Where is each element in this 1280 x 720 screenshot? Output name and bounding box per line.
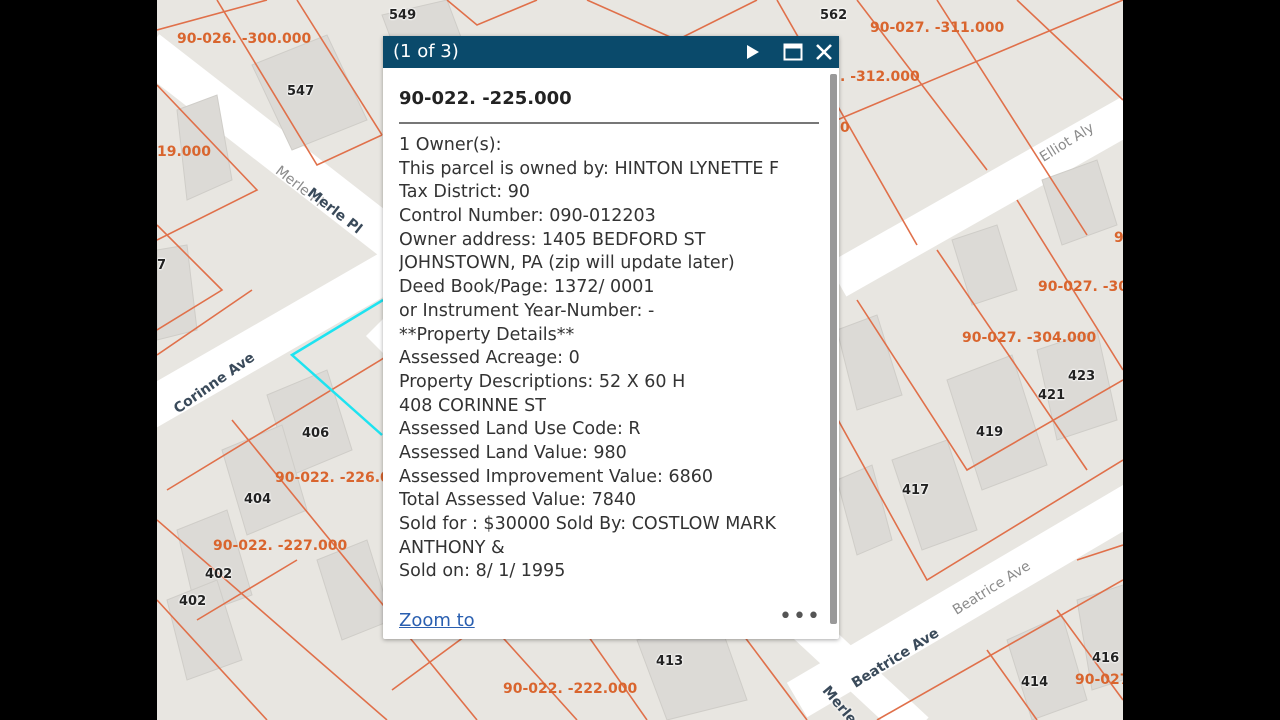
building <box>1006 614 1088 720</box>
popup-footer: Zoom to ••• <box>383 602 839 639</box>
house-number: 421 <box>1038 388 1066 403</box>
house-number: 406 <box>302 426 330 441</box>
next-feature-button[interactable] <box>739 39 765 65</box>
attribute-line: Property Descriptions: 52 X 60 H <box>399 371 686 392</box>
house-number: 413 <box>656 654 684 669</box>
popup-scrollbar[interactable] <box>830 74 837 624</box>
parcel-id-label: 0 <box>840 120 850 136</box>
attribute-line: 1 Owner(s): <box>399 135 502 155</box>
attribute-line: Assessed Land Use Code: R <box>399 419 641 440</box>
building <box>316 539 393 641</box>
attribute-line: Deed Book/Page: 1372/ 0001 <box>399 277 655 298</box>
popup-header: (1 of 3) <box>383 36 839 68</box>
parcel-line <box>586 0 758 41</box>
more-actions-button[interactable]: ••• <box>779 604 821 629</box>
house-number: 402 <box>205 567 233 582</box>
maximize-button[interactable] <box>780 39 806 65</box>
popup-pointer <box>366 319 383 353</box>
attribute-line: Sold on: 8/ 1/ 1995 <box>399 561 566 582</box>
parcel-id-label: 19.000 <box>157 144 212 160</box>
parcel-id-label: 90-027. -311.000 <box>870 20 1005 36</box>
attribute-line: Total Assessed Value: 7840 <box>399 490 637 511</box>
house-number: 402 <box>179 594 207 609</box>
parcel-id-label: 90-027 <box>1075 672 1123 688</box>
attribute-line: Assessed Land Value: 980 <box>399 442 627 463</box>
attribute-line: ANTHONY & <box>399 537 505 558</box>
close-x-icon <box>816 44 832 60</box>
attribute-line: 408 CORINNE ST <box>399 395 546 416</box>
parcel-id-label: 90-026. -300.000 <box>177 31 312 47</box>
house-number: 404 <box>244 492 272 507</box>
attribute-line: Tax District: 90 <box>399 182 531 203</box>
parcel-line <box>157 0 268 31</box>
house-number: 417 <box>902 483 930 498</box>
feature-popup: (1 of 3) 90-022. -225.000 1 Owner(s): Th… <box>383 36 839 639</box>
popup-feature-count: (1 of 3) <box>393 41 459 62</box>
parcel-line <box>446 0 538 26</box>
parcel-id-label: 90-027. -30 <box>1038 279 1123 295</box>
house-number: 549 <box>389 8 417 23</box>
parcel-id-label: 90-022. -226.0 <box>275 470 390 486</box>
attribute-line: Owner address: 1405 BEDFORD ST <box>399 229 706 250</box>
attribute-line: This parcel is owned by: HINTON LYNETTE … <box>399 158 780 179</box>
house-number: 562 <box>820 8 848 23</box>
attribute-line: Assessed Improvement Value: 6860 <box>399 466 713 487</box>
zoom-to-link[interactable]: Zoom to <box>399 610 475 631</box>
house-number: 414 <box>1021 675 1049 690</box>
building <box>836 464 893 556</box>
attribute-line: JOHNSTOWN, PA (zip will update later) <box>399 253 735 274</box>
title-divider <box>399 122 819 124</box>
parcel-title: 90-022. -225.000 <box>399 88 572 109</box>
parcel-id-label: 9 <box>1114 230 1123 246</box>
house-number: 423 <box>1068 369 1096 384</box>
parcel-id-label: 90-022. -227.000 <box>213 538 348 554</box>
attribute-line: or Instrument Year-Number: - <box>399 300 655 321</box>
attribute-line: Assessed Acreage: 0 <box>399 348 580 369</box>
parcel-attributes: 1 Owner(s): This parcel is owned by: HIN… <box>399 134 829 584</box>
parcel-id-label: 90-027. -304.000 <box>962 330 1097 346</box>
building <box>951 224 1018 306</box>
attribute-line: Control Number: 090-012203 <box>399 206 656 227</box>
maximize-window-icon <box>783 43 803 61</box>
attribute-line: Sold for : $30000 Sold By: COSTLOW MARK <box>399 514 776 534</box>
building <box>836 314 903 411</box>
house-number: 7 <box>157 258 167 273</box>
house-number: 416 <box>1092 651 1120 666</box>
play-triangle-icon <box>747 45 759 59</box>
parcel-id-label: 90-022. -222.000 <box>503 681 638 697</box>
building <box>946 354 1048 491</box>
parcel-line <box>1016 0 1123 101</box>
attribute-line: **Property Details** <box>399 324 575 345</box>
house-number: 419 <box>976 425 1004 440</box>
parcel-id-label: . -312.000 <box>840 69 920 85</box>
house-number: 547 <box>287 84 315 99</box>
popup-content[interactable]: 90-022. -225.000 1 Owner(s): This parcel… <box>399 68 829 623</box>
close-popup-button[interactable] <box>811 39 837 65</box>
